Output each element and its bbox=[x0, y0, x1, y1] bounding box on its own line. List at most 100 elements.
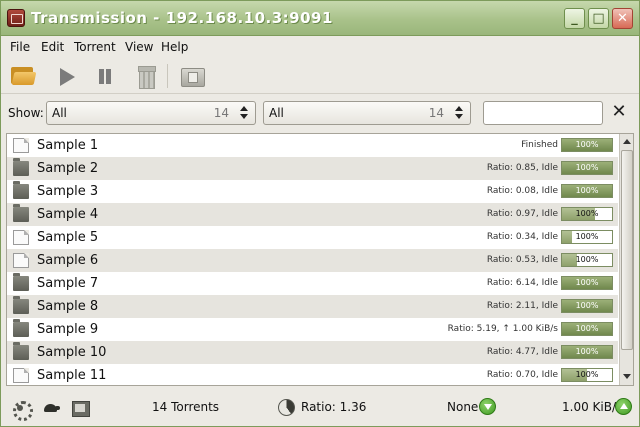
torrent-row[interactable]: Sample 3 Ratio: 0.08, Idle 100% bbox=[7, 180, 618, 203]
menu-help[interactable]: Help bbox=[161, 40, 188, 54]
torrent-status: Ratio: 0.85, Idle bbox=[486, 163, 558, 173]
torrent-row[interactable]: Sample 10 Ratio: 4.77, Idle 100% bbox=[7, 341, 618, 364]
torrent-row[interactable]: Sample 2 Ratio: 0.85, Idle 100% bbox=[7, 157, 618, 180]
folder-icon bbox=[13, 319, 29, 337]
title-bar[interactable]: Transmission - 192.168.10.3:9091 _ □ ✕ bbox=[1, 1, 639, 36]
folder-icon bbox=[13, 181, 29, 199]
menu-file[interactable]: File bbox=[10, 40, 30, 54]
progress-bar: 100% bbox=[561, 345, 613, 359]
play-icon[interactable] bbox=[53, 62, 81, 90]
gear-icon[interactable] bbox=[11, 399, 33, 421]
torrent-name: Sample 6 bbox=[37, 253, 99, 268]
turtle-icon[interactable] bbox=[43, 399, 61, 417]
folder-icon bbox=[13, 158, 29, 176]
show-label: Show: bbox=[8, 106, 44, 120]
torrent-name: Sample 1 bbox=[37, 138, 99, 153]
torrent-row[interactable]: Sample 1 Finished 100% bbox=[7, 134, 618, 157]
maximize-button[interactable]: □ bbox=[588, 8, 609, 29]
state-filter-count: 14 bbox=[213, 106, 229, 120]
torrent-name: Sample 11 bbox=[37, 368, 107, 383]
torrent-row[interactable]: Sample 9 Ratio: 5.19, ↑ 1.00 KiB/s 100% bbox=[7, 318, 618, 341]
tracker-filter-select[interactable]: All 14 bbox=[263, 101, 471, 125]
search-input[interactable] bbox=[483, 101, 603, 125]
torrent-status: Ratio: 0.97, Idle bbox=[486, 209, 558, 219]
progress-bar: 100% bbox=[561, 368, 613, 382]
tracker-filter-count: 14 bbox=[428, 106, 444, 120]
window-title: Transmission - 192.168.10.3:9091 bbox=[31, 9, 333, 27]
scroll-down-icon[interactable] bbox=[621, 371, 633, 383]
scroll-up-icon[interactable] bbox=[621, 136, 633, 148]
torrent-status: Ratio: 5.19, ↑ 1.00 KiB/s bbox=[447, 324, 558, 334]
folder-icon bbox=[13, 342, 29, 360]
torrent-status: Ratio: 0.70, Idle bbox=[486, 370, 558, 380]
torrent-status: Ratio: 0.34, Idle bbox=[486, 232, 558, 242]
ratio-text: Ratio: 1.36 bbox=[301, 400, 367, 414]
minimize-button[interactable]: _ bbox=[564, 8, 585, 29]
progress-bar: 100% bbox=[561, 138, 613, 152]
torrent-row[interactable]: Sample 8 Ratio: 2.11, Idle 100% bbox=[7, 295, 618, 318]
torrent-status: Ratio: 0.53, Idle bbox=[486, 255, 558, 265]
torrent-count: 14 Torrents bbox=[152, 400, 220, 414]
torrent-row[interactable]: Sample 5 Ratio: 0.34, Idle 100% bbox=[7, 226, 618, 249]
scrollbar[interactable] bbox=[619, 134, 633, 385]
torrent-list[interactable]: Sample 11 Ratio: 0.70, Idle 100% Sample 10 R… bbox=[6, 133, 634, 386]
close-button[interactable]: ✕ bbox=[612, 8, 633, 29]
file-icon bbox=[13, 138, 29, 153]
torrent-status: Ratio: 2.11, Idle bbox=[486, 301, 558, 311]
folder-icon bbox=[13, 296, 29, 314]
progress-bar: 100% bbox=[561, 230, 613, 244]
progress-label: 100% bbox=[575, 186, 599, 195]
menu-edit[interactable]: Edit bbox=[41, 40, 64, 54]
transmission-window: Transmission - 192.168.10.3:9091 _ □ ✕ F… bbox=[0, 0, 640, 427]
updown-arrows-icon bbox=[239, 105, 249, 121]
torrent-name: Sample 10 bbox=[37, 345, 107, 360]
file-icon bbox=[13, 230, 29, 245]
torrent-row[interactable]: Sample 4 Ratio: 0.97, Idle 100% bbox=[7, 203, 618, 226]
progress-label: 100% bbox=[575, 324, 599, 333]
progress-bar: 100% bbox=[561, 276, 613, 290]
torrent-name: Sample 8 bbox=[37, 299, 99, 314]
pause-icon[interactable] bbox=[91, 62, 119, 90]
progress-label: 100% bbox=[575, 140, 599, 149]
transmission-app-icon bbox=[7, 9, 25, 27]
torrent-row[interactable]: Sample 7 Ratio: 6.14, Idle 100% bbox=[7, 272, 618, 295]
folder-icon bbox=[13, 273, 29, 291]
file-icon bbox=[13, 368, 29, 383]
statistics-icon[interactable] bbox=[71, 399, 90, 417]
progress-label: 100% bbox=[575, 301, 599, 310]
torrent-row[interactable]: Sample 6 Ratio: 0.53, Idle 100% bbox=[7, 249, 618, 272]
trash-icon[interactable] bbox=[132, 62, 160, 90]
upload-arrow-icon bbox=[615, 398, 632, 415]
torrent-name: Sample 7 bbox=[37, 276, 99, 291]
scrollbar-thumb[interactable] bbox=[621, 150, 633, 350]
torrent-row[interactable]: Sample 11 Ratio: 0.70, Idle 100% bbox=[7, 364, 618, 385]
folder-icon bbox=[13, 204, 29, 222]
torrent-status: Finished bbox=[521, 140, 558, 150]
menu-torrent[interactable]: Torrent bbox=[74, 40, 116, 54]
folder-open-icon[interactable] bbox=[9, 62, 37, 90]
torrent-status: Ratio: 4.77, Idle bbox=[486, 347, 558, 357]
progress-label: 100% bbox=[575, 255, 599, 264]
torrent-name: Sample 4 bbox=[37, 207, 99, 222]
progress-label: 100% bbox=[575, 278, 599, 287]
clear-search-icon[interactable]: ✕ bbox=[611, 103, 627, 121]
properties-icon[interactable] bbox=[178, 62, 206, 90]
progress-bar: 100% bbox=[561, 322, 613, 336]
progress-bar: 100% bbox=[561, 184, 613, 198]
menu-bar: File Edit Torrent View Help bbox=[1, 37, 639, 57]
filter-bar: Show: All 14 All 14 ✕ bbox=[1, 95, 639, 131]
download-arrow-icon bbox=[479, 398, 496, 415]
tracker-filter-value: All bbox=[269, 106, 284, 120]
torrent-name: Sample 3 bbox=[37, 184, 99, 199]
menu-view[interactable]: View bbox=[125, 40, 153, 54]
state-filter-select[interactable]: All 14 bbox=[46, 101, 256, 125]
progress-label: 100% bbox=[575, 209, 599, 218]
download-speed: None bbox=[447, 400, 479, 414]
upload-speed: 1.00 KiB/s bbox=[562, 400, 623, 414]
progress-label: 100% bbox=[575, 163, 599, 172]
file-icon bbox=[13, 253, 29, 268]
ratio-icon[interactable] bbox=[278, 399, 295, 416]
progress-bar: 100% bbox=[561, 161, 613, 175]
progress-label: 100% bbox=[575, 347, 599, 356]
status-bar: 14 Torrents Ratio: 1.36 None 1.00 KiB/s bbox=[1, 389, 639, 426]
